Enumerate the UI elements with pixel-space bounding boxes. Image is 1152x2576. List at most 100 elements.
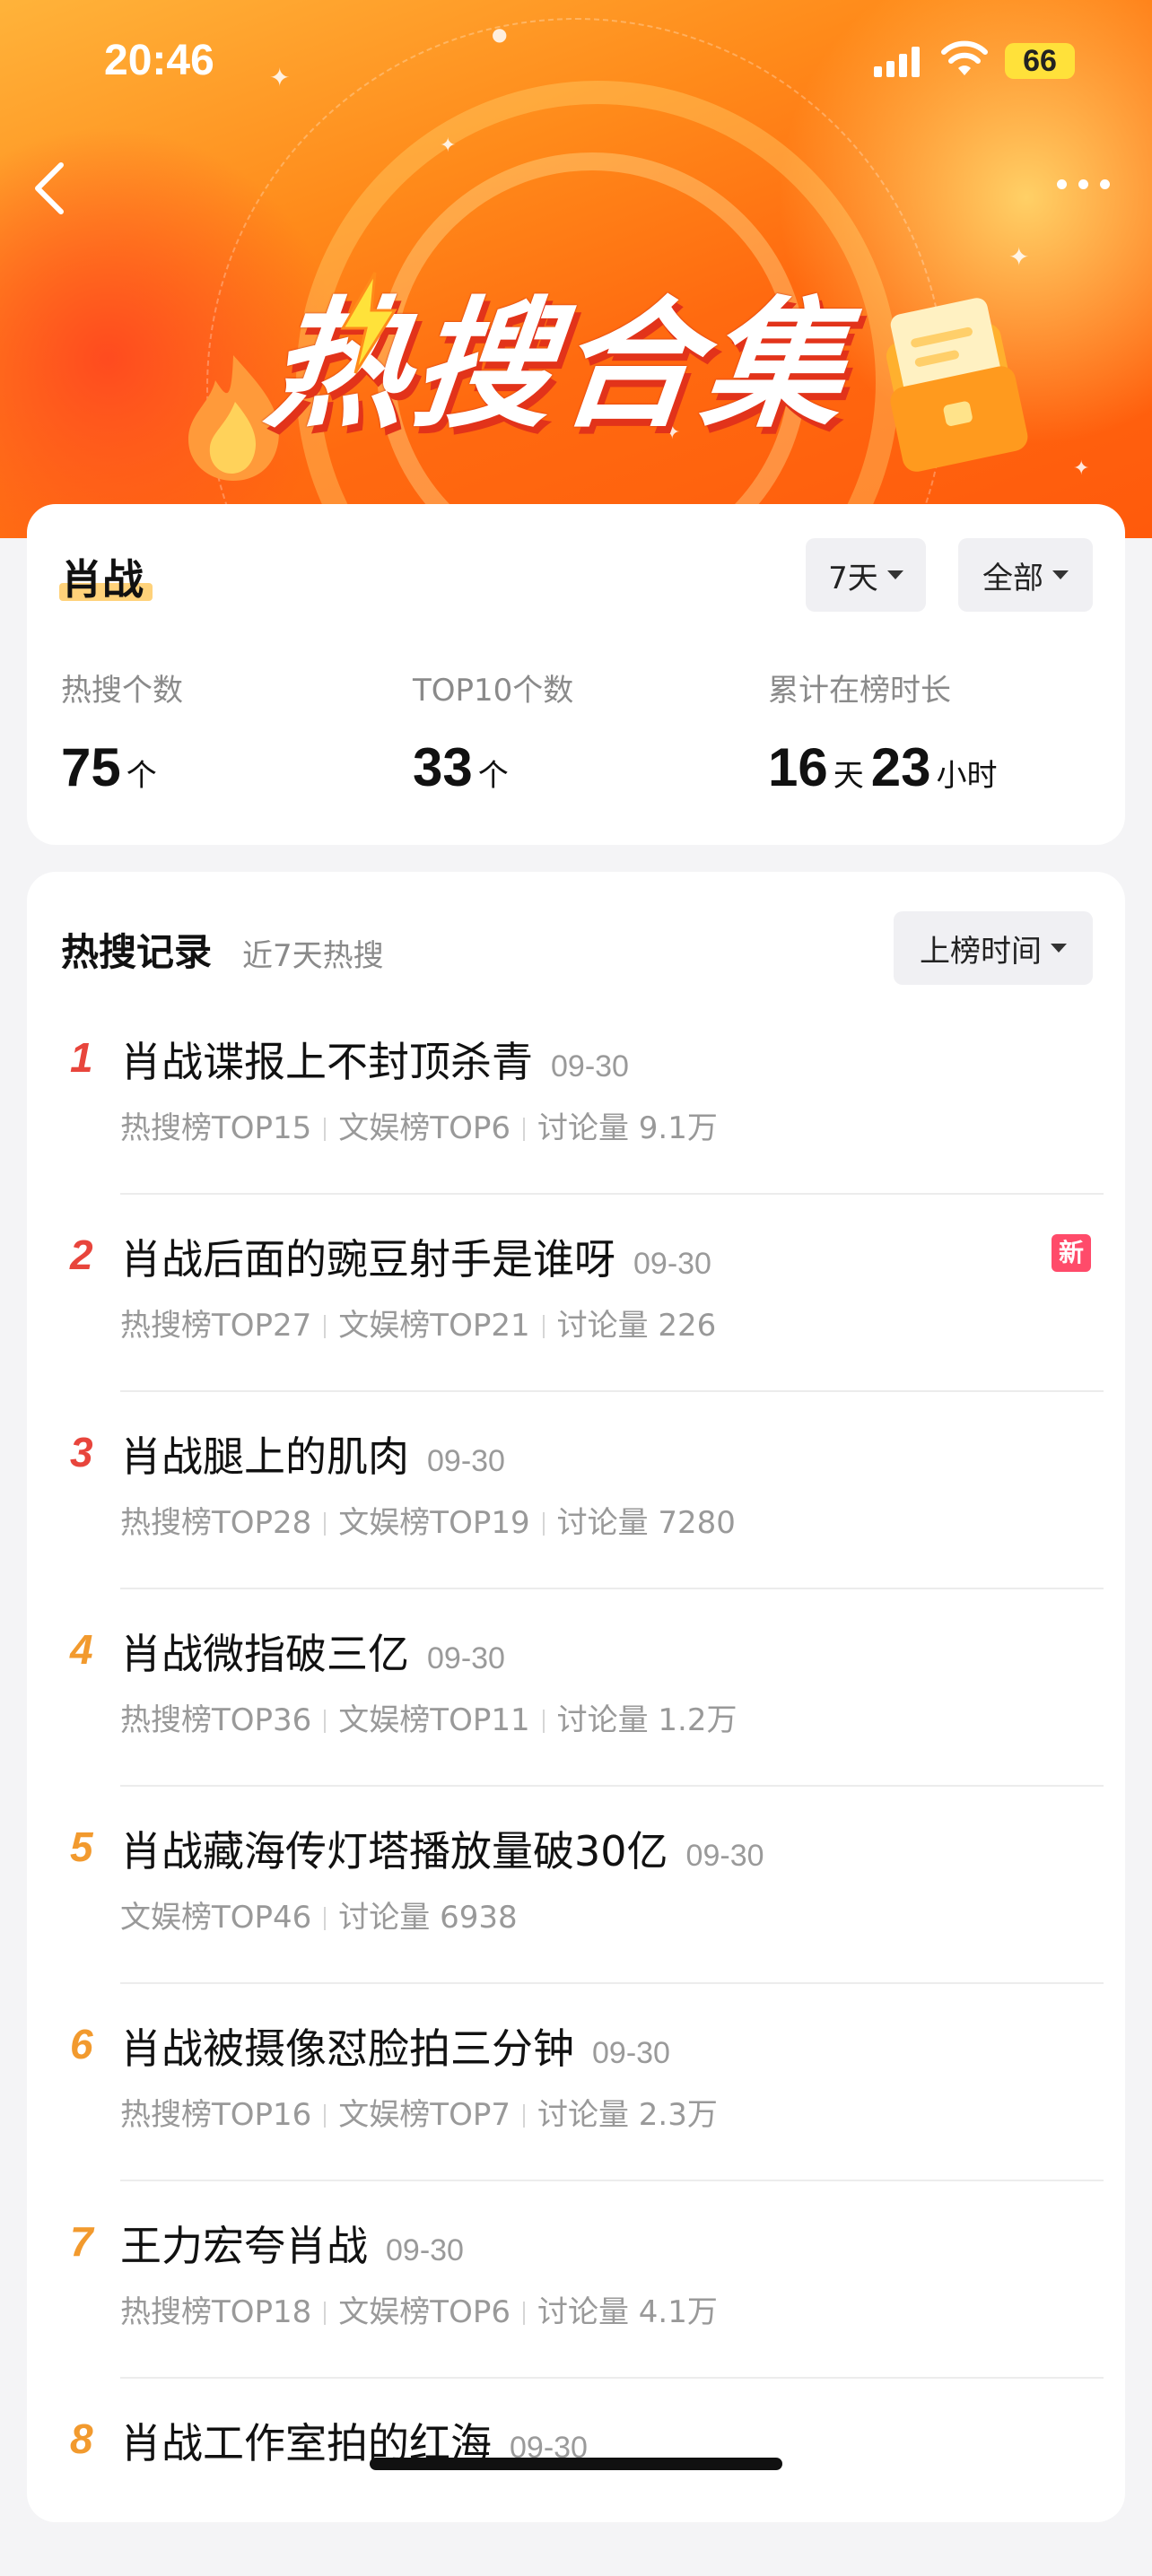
item-title: 肖战腿上的肌肉 09-30 (120, 1424, 505, 1484)
meta-separator (542, 1315, 545, 1338)
rank-number: 6 (70, 2021, 93, 2067)
item-title: 肖战藏海传灯塔播放量破30亿 09-30 (120, 1819, 764, 1878)
list-item[interactable]: 8 肖战工作室拍的红海 09-30 (27, 2379, 1125, 2576)
caret-down-icon (1052, 570, 1069, 579)
meta-entry: 文娱榜TOP11 (338, 1702, 530, 1738)
item-title: 肖战后面的豌豆射手是谁呀 09-30 (120, 1227, 711, 1286)
records-card: 热搜记录 近7天热搜 上榜时间 1 肖战谍报上不封顶杀青 09-30 热搜榜TOP15… (27, 872, 1125, 2522)
item-title: 王力宏夸肖战 09-30 (120, 2214, 464, 2273)
meta-entry: 热搜榜TOP36 (120, 1702, 312, 1738)
rank-number: 1 (70, 1034, 93, 1081)
list-item[interactable]: 2 肖战后面的豌豆射手是谁呀 09-30 热搜榜TOP27 文娱榜TOP21 讨论量 22… (27, 1195, 1125, 1392)
item-title-text: 王力宏夸肖战 (120, 2222, 368, 2270)
item-title: 肖战被摄像怼脸拍三分钟 09-30 (120, 2016, 670, 2076)
meta-entry: 文娱榜TOP6 (338, 1110, 511, 1146)
meta-separator (324, 1512, 327, 1536)
meta-entry: 热搜榜TOP27 (120, 1308, 312, 1344)
meta-entry: 讨论量 226 (556, 1308, 717, 1344)
item-title-text: 肖战腿上的肌肉 (120, 1432, 409, 1481)
scope-filter-label: 全部 (982, 560, 1043, 596)
records-title: 热搜记录 (61, 930, 213, 974)
list-item[interactable]: 4 肖战微指破三亿 09-30 热搜榜TOP36 文娱榜TOP11 讨论量 1.2万 (27, 1589, 1125, 1787)
meta-separator (324, 2104, 327, 2128)
wifi-icon (941, 40, 988, 75)
item-title-text: 肖战谍报上不封顶杀青 (120, 1038, 533, 1086)
item-title-text: 肖战微指破三亿 (120, 1630, 409, 1678)
meta-entry: 文娱榜TOP21 (338, 1308, 530, 1344)
meta-entry: 热搜榜TOP28 (120, 1505, 312, 1541)
stat-top10-count: TOP10个数 33 个 (413, 666, 573, 798)
item-date: 09-30 (386, 2233, 464, 2267)
item-meta: 热搜榜TOP18 文娱榜TOP6 讨论量 4.1万 (120, 2287, 718, 2331)
meta-separator (324, 1710, 327, 1733)
person-name: 肖战 (61, 555, 144, 604)
item-date: 09-30 (551, 1049, 629, 1083)
item-date: 09-30 (592, 2036, 670, 2070)
lightning-icon (340, 272, 397, 374)
days-filter-label: 7天 (828, 560, 878, 596)
sort-label: 上榜时间 (920, 933, 1042, 970)
item-meta: 热搜榜TOP36 文娱榜TOP11 讨论量 1.2万 (120, 1695, 737, 1739)
item-meta: 热搜榜TOP16 文娱榜TOP7 讨论量 2.3万 (120, 2090, 718, 2134)
item-title-text: 肖战藏海传灯塔播放量破30亿 (120, 1827, 668, 1875)
meta-entry: 讨论量 9.1万 (537, 1110, 718, 1146)
meta-entry: 讨论量 4.1万 (537, 2294, 718, 2330)
stat-label: 累计在榜时长 (768, 673, 951, 709)
more-options-icon[interactable] (1053, 170, 1116, 197)
rank-number: 5 (70, 1823, 93, 1870)
item-title-text: 肖战后面的豌豆射手是谁呀 (120, 1235, 615, 1284)
rank-number: 2 (70, 1231, 93, 1278)
sparkle-icon: ✦ (1073, 457, 1090, 480)
status-time: 20:46 (104, 37, 214, 84)
stat-label: TOP10个数 (413, 673, 574, 709)
item-meta: 热搜榜TOP15 文娱榜TOP6 讨论量 9.1万 (120, 1103, 718, 1147)
meta-separator (542, 1512, 545, 1536)
meta-entry: 文娱榜TOP7 (338, 2097, 511, 2133)
meta-entry: 文娱榜TOP6 (338, 2294, 511, 2330)
hero-banner: ✦ ● ✦ ✦ ✦ ✦ 20:46 66 热搜合集 (0, 0, 1152, 538)
list-item[interactable]: 5 肖战藏海传灯塔播放量破30亿 09-30 文娱榜TOP46 讨论量 6938 (27, 1787, 1125, 1984)
meta-entry: 文娱榜TOP46 (120, 1900, 312, 1936)
item-date: 09-30 (427, 1444, 505, 1478)
stat-total-duration: 累计在榜时长 16 天 23 小时 (768, 666, 1005, 798)
days-filter-dropdown[interactable]: 7天 (806, 538, 926, 612)
caret-down-icon (1051, 944, 1067, 953)
back-icon[interactable] (27, 160, 72, 217)
list-item[interactable]: 3 肖战腿上的肌肉 09-30 热搜榜TOP28 文娱榜TOP19 讨论量 7280 (27, 1392, 1125, 1589)
meta-entry: 文娱榜TOP19 (338, 1505, 530, 1541)
battery-indicator: 66 (1005, 43, 1075, 79)
sort-dropdown[interactable]: 上榜时间 (894, 911, 1093, 985)
list-item[interactable]: 6 肖战被摄像怼脸拍三分钟 09-30 热搜榜TOP16 文娱榜TOP7 讨论量 2.3万 (27, 1984, 1125, 2181)
stat-label: 热搜个数 (61, 673, 183, 709)
summary-card: 肖战 7天 全部 热搜个数 75 个 TOP10个数 33 个 累计在榜时长 16 天… (27, 504, 1125, 845)
item-meta: 文娱榜TOP46 讨论量 6938 (120, 1893, 518, 1936)
meta-separator (522, 2104, 525, 2128)
list-item[interactable]: 1 肖战谍报上不封顶杀青 09-30 热搜榜TOP15 文娱榜TOP6 讨论量 9.1万 (27, 997, 1125, 1195)
stat-value: 16 天 23 小时 (768, 737, 998, 797)
rank-number: 3 (70, 1429, 93, 1475)
sparkle-icon: ● (492, 23, 508, 45)
stat-value: 75 个 (61, 737, 157, 797)
meta-entry: 讨论量 7280 (556, 1505, 736, 1541)
rank-number: 8 (70, 2415, 93, 2462)
meta-entry: 热搜榜TOP15 (120, 1110, 312, 1146)
meta-entry: 讨论量 1.2万 (556, 1702, 737, 1738)
item-meta: 热搜榜TOP27 文娱榜TOP21 讨论量 226 (120, 1301, 716, 1345)
item-date: 09-30 (427, 1641, 505, 1675)
stat-value: 33 个 (413, 737, 509, 797)
item-title: 肖战微指破三亿 09-30 (120, 1622, 505, 1681)
meta-separator (522, 2302, 525, 2325)
sparkle-icon: ✦ (440, 135, 457, 157)
rank-number: 4 (70, 1626, 93, 1673)
records-subtitle: 近7天热搜 (242, 938, 384, 974)
item-date: 09-30 (633, 1247, 711, 1281)
list-item[interactable]: 7 王力宏夸肖战 09-30 热搜榜TOP18 文娱榜TOP6 讨论量 4.1万 (27, 2181, 1125, 2379)
cellular-signal-icon (874, 45, 926, 77)
meta-separator (542, 1710, 545, 1733)
meta-separator (522, 1118, 525, 1141)
home-indicator (370, 2458, 782, 2470)
meta-entry: 热搜榜TOP16 (120, 2097, 312, 2133)
scope-filter-dropdown[interactable]: 全部 (958, 538, 1093, 612)
meta-entry: 讨论量 6938 (338, 1900, 518, 1936)
rank-number: 7 (70, 2218, 93, 2265)
